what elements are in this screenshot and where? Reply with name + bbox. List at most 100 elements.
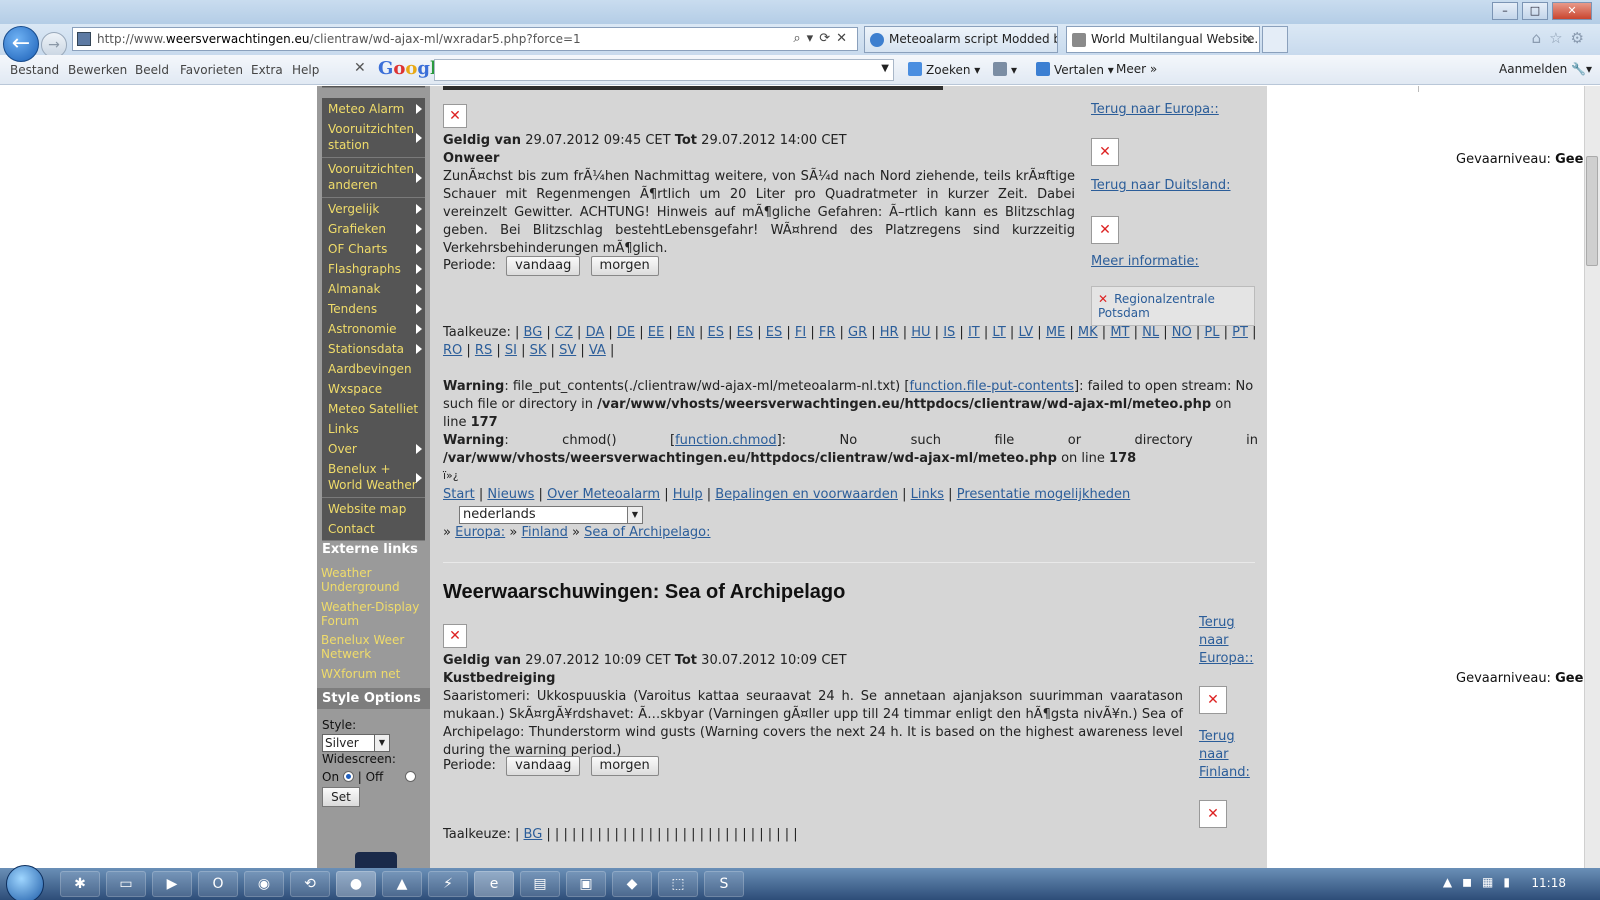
chevron-down-icon[interactable]: ▼ <box>881 63 889 74</box>
footer-link-presentatie-mogelijkheden[interactable]: Presentatie mogelijkheden <box>957 487 1131 502</box>
start-button[interactable] <box>6 865 44 900</box>
breadcrumb-europa[interactable]: Europa: <box>455 525 505 540</box>
function-link[interactable]: function.file-put-contents <box>909 379 1074 394</box>
external-link-weather-underground[interactable]: Weather Underground <box>321 566 429 594</box>
footer-link-start[interactable]: Start <box>443 487 475 502</box>
sidebar-item-benelux-world[interactable]: Benelux + World Weather <box>322 458 425 498</box>
external-link-benelux-weer-netwerk[interactable]: Benelux Weer Netwerk <box>321 633 429 661</box>
close-window-button[interactable]: ✕ <box>1552 2 1592 20</box>
taskbar-app-icon[interactable]: ✱ <box>60 871 100 897</box>
menu-bewerken[interactable]: Bewerken <box>68 63 127 77</box>
lang-link-me[interactable]: ME <box>1046 325 1065 340</box>
home-icon[interactable]: ⌂ <box>1532 29 1550 47</box>
terug-naar-duitsland-link[interactable]: Terug naar Duitsland: <box>1091 178 1231 193</box>
filezilla-icon[interactable]: ⚡ <box>428 871 468 897</box>
lang-link-no[interactable]: NO <box>1172 325 1192 340</box>
pdf-icon[interactable]: ▣ <box>566 871 606 897</box>
external-link-wxforum[interactable]: WXforum net <box>321 667 429 681</box>
lang-link-rs[interactable]: RS <box>475 343 492 358</box>
toolbar-options-button[interactable]: ▾ <box>993 62 1017 77</box>
menu-extra[interactable]: Extra <box>251 63 283 77</box>
lang-link-is[interactable]: IS <box>943 325 955 340</box>
set-button[interactable]: Set <box>322 787 360 807</box>
vlc-icon[interactable]: ▲ <box>382 871 422 897</box>
breadcrumb-sea[interactable]: Sea of Archipelago: <box>584 525 710 540</box>
external-link-weather-display-forum[interactable]: Weather-Display Forum <box>321 600 429 628</box>
lang-link-hu[interactable]: HU <box>911 325 930 340</box>
footer-link-nieuws[interactable]: Nieuws <box>487 487 534 502</box>
widescreen-on-radio[interactable] <box>342 771 354 782</box>
media-player-icon[interactable]: ▶ <box>152 871 192 897</box>
favorites-star-icon[interactable]: ☆ <box>1549 29 1570 47</box>
close-toolbar-icon[interactable]: ✕ <box>354 60 366 76</box>
tab-world-multilangual[interactable]: World Multilangual Website... ✕ <box>1066 26 1260 53</box>
lang-link-mt[interactable]: MT <box>1110 325 1129 340</box>
lang-link-es[interactable]: ES <box>766 325 782 340</box>
vandaag-button[interactable]: vandaag <box>506 256 581 276</box>
lang-link-lv[interactable]: LV <box>1018 325 1033 340</box>
firefox-icon[interactable]: ◉ <box>244 871 284 897</box>
lang-link-en[interactable]: EN <box>677 325 695 340</box>
meer-button[interactable]: Meer » <box>1116 62 1157 76</box>
lang-link-sk[interactable]: SK <box>530 343 547 358</box>
terug-naar-europa-link[interactable]: Terug naar Europa:: <box>1199 614 1253 668</box>
skype-icon[interactable]: S <box>704 871 744 897</box>
lang-link-it[interactable]: IT <box>968 325 980 340</box>
opera-icon[interactable]: O <box>198 871 238 897</box>
regionalzentrale-link[interactable]: ✕ Regionalzentrale Potsdam <box>1091 286 1255 326</box>
menu-bestand[interactable]: Bestand <box>10 63 59 77</box>
function-link[interactable]: function.chmod <box>675 433 777 448</box>
footer-link-hulp[interactable]: Hulp <box>673 487 703 502</box>
meer-informatie-link[interactable]: Meer informatie: <box>1091 254 1199 269</box>
lang-link-mk[interactable]: MK <box>1078 325 1098 340</box>
lang-link-es[interactable]: ES <box>708 325 724 340</box>
browser-app-icon[interactable]: ● <box>336 871 376 897</box>
lang-link-ee[interactable]: EE <box>648 325 664 340</box>
terug-naar-europa-link[interactable]: Terug naar Europa:: <box>1091 102 1219 117</box>
settings-gear-icon[interactable]: ⚙ <box>1571 29 1592 47</box>
lang-link-si[interactable]: SI <box>505 343 517 358</box>
folder-icon[interactable]: ▭ <box>106 871 146 897</box>
scrollbar-thumb[interactable] <box>1586 156 1598 266</box>
sidebar-item-contact[interactable]: Contact <box>322 518 425 541</box>
breadcrumb-finland[interactable]: Finland <box>521 525 567 540</box>
lang-link-bg[interactable]: BG <box>524 325 543 340</box>
lang-link-gr[interactable]: GR <box>848 325 867 340</box>
security-icon[interactable]: ◆ <box>612 871 652 897</box>
lang-link-pl[interactable]: PL <box>1204 325 1219 340</box>
style-select[interactable]: Silver ▼ <box>322 734 390 752</box>
morgen-button[interactable]: morgen <box>590 756 659 776</box>
new-tab-button[interactable] <box>1262 26 1288 53</box>
language-select[interactable]: nederlands ▼ <box>459 506 643 524</box>
sidebar-item-partial[interactable] <box>322 86 425 88</box>
sidebar-item-vooruitzichten-anderen[interactable]: Vooruitzichten anderen <box>322 158 425 198</box>
lang-link-cz[interactable]: CZ <box>555 325 573 340</box>
lang-link-nl[interactable]: NL <box>1142 325 1159 340</box>
footer-link-links[interactable]: Links <box>911 487 944 502</box>
system-tray[interactable]: ▲◼▦▮ <box>1443 875 1520 889</box>
aanmelden-button[interactable]: Aanmelden 🔧▾ <box>1499 62 1592 76</box>
lang-link-da[interactable]: DA <box>586 325 605 340</box>
back-button[interactable]: ← <box>3 26 39 62</box>
close-tab-icon[interactable]: ✕ <box>1243 27 1253 52</box>
sync-icon[interactable]: ⟲ <box>290 871 330 897</box>
morgen-button[interactable]: morgen <box>590 256 659 276</box>
lang-link-va[interactable]: VA <box>589 343 606 358</box>
menu-beeld[interactable]: Beeld <box>135 63 169 77</box>
sidebar-item-vooruitzichten-station[interactable]: Vooruitzichten station <box>322 118 425 158</box>
acrobat-icon[interactable]: ⬚ <box>658 871 698 897</box>
vertalen-button[interactable]: Vertalen ▾ <box>1036 62 1114 77</box>
lang-link-es[interactable]: ES <box>737 325 753 340</box>
lang-link-sv[interactable]: SV <box>559 343 576 358</box>
menu-help[interactable]: Help <box>292 63 319 77</box>
lang-link-lt[interactable]: LT <box>992 325 1005 340</box>
lang-link-bg[interactable]: BG <box>524 827 543 842</box>
google-search-input[interactable]: ▼ <box>434 59 894 81</box>
maximize-button[interactable]: □ <box>1522 2 1548 20</box>
address-tools[interactable]: ⌕▾⟳✕ <box>793 28 853 50</box>
lang-link-pt[interactable]: PT <box>1232 325 1248 340</box>
minimize-button[interactable]: – <box>1492 2 1518 20</box>
widescreen-off-radio[interactable] <box>405 771 417 782</box>
tab-meteoalarm[interactable]: Meteoalarm script Modded by ... <box>864 26 1058 53</box>
lang-link-ro[interactable]: RO <box>443 343 462 358</box>
